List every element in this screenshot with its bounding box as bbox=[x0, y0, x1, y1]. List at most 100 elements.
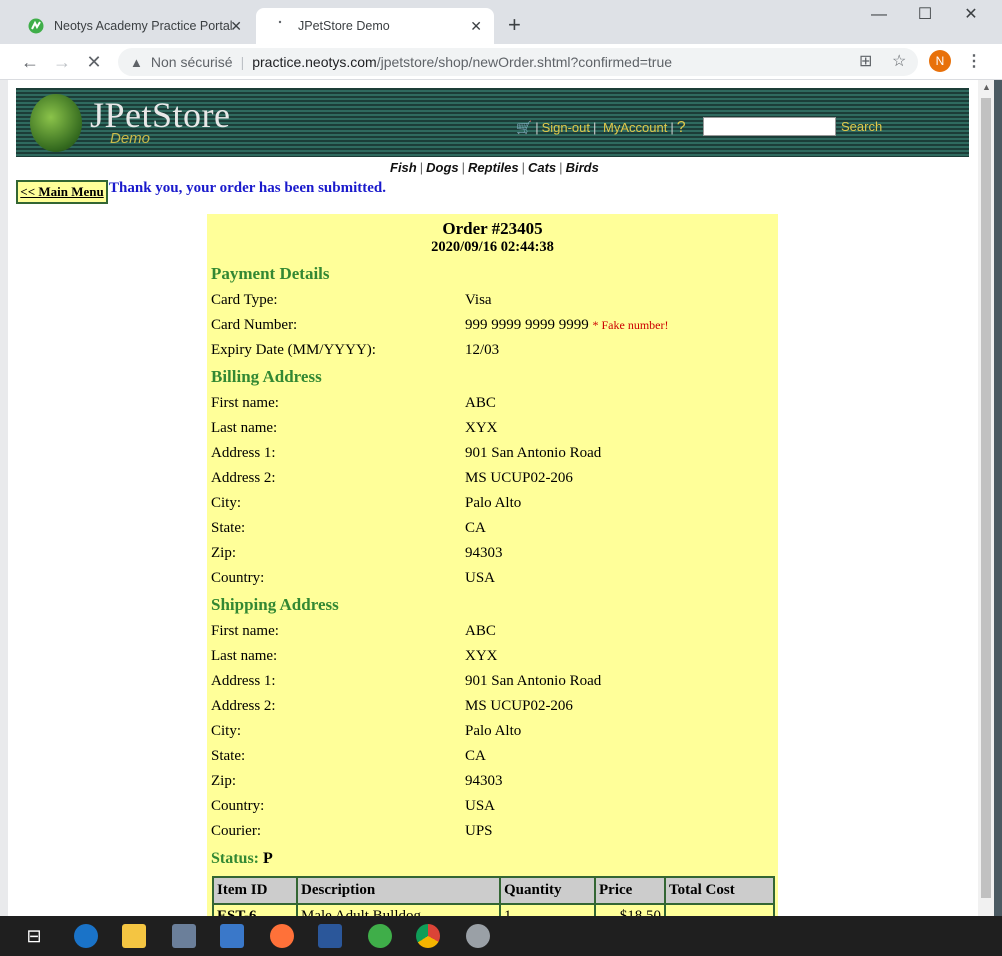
shipping-label: Last name: bbox=[211, 648, 278, 664]
category-cats[interactable]: Cats bbox=[528, 160, 556, 175]
order-items-table: Item ID Description Quantity Price Total… bbox=[212, 876, 775, 916]
billing-value: XYX bbox=[465, 420, 498, 436]
background-edge bbox=[994, 80, 1002, 916]
chrome-icon[interactable] bbox=[416, 924, 440, 948]
windows-taskbar: ⊟ bbox=[0, 916, 1002, 956]
file-explorer-icon[interactable] bbox=[122, 924, 146, 948]
shipping-label: State: bbox=[211, 748, 246, 764]
shipping-label: Address 2: bbox=[211, 698, 276, 714]
billing-label: Country: bbox=[211, 570, 265, 586]
vertical-scrollbar[interactable]: ▲ bbox=[978, 80, 994, 916]
stop-loading-icon[interactable]: ✕ bbox=[82, 50, 106, 74]
billing-label: Last name: bbox=[211, 420, 278, 436]
billing-label: State: bbox=[211, 520, 246, 536]
billing-label: City: bbox=[211, 495, 242, 511]
order-status: Status: P bbox=[211, 850, 273, 868]
search-input[interactable] bbox=[703, 117, 836, 136]
billing-label: Zip: bbox=[211, 545, 236, 561]
shipping-value: USA bbox=[465, 798, 496, 814]
tab-close-icon[interactable]: ✕ bbox=[230, 18, 242, 35]
category-nav: Fish | Dogs | Reptiles | Cats | Birds bbox=[390, 160, 599, 175]
header-links: 🛒 | Sign-out | MyAccount |? bbox=[516, 119, 686, 136]
close-window-icon[interactable]: ✕ bbox=[948, 4, 994, 26]
col-quantity: Quantity bbox=[499, 876, 596, 905]
card-number-text: 999 9999 9999 9999 bbox=[465, 317, 589, 333]
order-confirmation-message: Thank you, your order has been submitted… bbox=[109, 180, 387, 196]
billing-label: Address 2: bbox=[211, 470, 276, 486]
url-text: practice.neotys.com/jpetstore/shop/newOr… bbox=[252, 54, 672, 70]
signout-link[interactable]: Sign-out bbox=[542, 120, 590, 135]
status-label: Status: bbox=[211, 850, 260, 867]
edge-icon[interactable] bbox=[74, 924, 98, 948]
forward-arrow-icon[interactable]: → bbox=[50, 50, 74, 74]
search-button[interactable]: Search bbox=[841, 119, 882, 134]
help-icon[interactable]: ? bbox=[677, 119, 686, 136]
back-arrow-icon[interactable]: ← bbox=[18, 50, 42, 74]
scrollbar-thumb[interactable] bbox=[981, 98, 991, 898]
neoload-icon[interactable] bbox=[368, 924, 392, 948]
description-cell: Male Adult Bulldog bbox=[296, 903, 501, 916]
shipping-value: Palo Alto bbox=[465, 723, 522, 739]
url-path: /jpetstore/shop/newOrder.shtml?confirmed… bbox=[376, 54, 673, 70]
bi-app-icon[interactable] bbox=[220, 924, 244, 948]
col-item-id: Item ID bbox=[212, 876, 298, 905]
category-birds[interactable]: Birds bbox=[566, 160, 599, 175]
fake-number-note: * Fake number! bbox=[592, 318, 669, 332]
task-view-icon[interactable]: ⊟ bbox=[22, 924, 46, 948]
col-description: Description bbox=[296, 876, 501, 905]
browser-toolbar: ← → ✕ ▲ Non sécurisé | practice.neotys.c… bbox=[0, 44, 1002, 80]
background-edge bbox=[0, 80, 8, 916]
parrot-logo-icon[interactable] bbox=[30, 94, 82, 152]
neotys-favicon-icon bbox=[28, 18, 44, 34]
shipping-value: 901 San Antonio Road bbox=[465, 673, 602, 689]
category-fish[interactable]: Fish bbox=[390, 160, 417, 175]
photos-icon[interactable] bbox=[172, 924, 196, 948]
page-viewport: JPetStore Demo 🛒 | Sign-out | MyAccount |? S… bbox=[8, 80, 978, 916]
tab-close-icon[interactable]: ✕ bbox=[470, 18, 482, 35]
quantity-cell: 1 bbox=[499, 903, 596, 916]
tab-neotys-academy[interactable]: Neotys Academy Practice Portal ✕ bbox=[14, 8, 254, 44]
myaccount-link[interactable]: MyAccount bbox=[603, 120, 667, 135]
expiry-label: Expiry Date (MM/YYYY): bbox=[211, 342, 376, 358]
translate-icon[interactable]: ⊞ bbox=[859, 52, 872, 72]
payment-details-heading: Payment Details bbox=[211, 264, 330, 283]
shipping-label: Address 1: bbox=[211, 673, 276, 689]
url-host: practice.neotys.com bbox=[252, 54, 377, 70]
category-dogs[interactable]: Dogs bbox=[426, 160, 459, 175]
address-bar[interactable]: ▲ Non sécurisé | practice.neotys.com/jpe… bbox=[118, 48, 918, 76]
shipping-label: Zip: bbox=[211, 773, 236, 789]
firefox-icon[interactable] bbox=[270, 924, 294, 948]
tab-strip: Neotys Academy Practice Portal ✕ JPetSto… bbox=[0, 0, 1002, 44]
maximize-icon[interactable]: ☐ bbox=[902, 4, 948, 26]
table-header-row: Item ID Description Quantity Price Total… bbox=[212, 876, 775, 905]
category-reptiles[interactable]: Reptiles bbox=[468, 160, 519, 175]
new-tab-icon[interactable]: + bbox=[508, 12, 521, 38]
loading-favicon-icon bbox=[272, 18, 288, 34]
card-number-value: 999 9999 9999 9999 * Fake number! bbox=[465, 317, 668, 334]
order-number: Order #23405 bbox=[442, 219, 543, 238]
billing-value: 901 San Antonio Road bbox=[465, 445, 602, 461]
store-header: JPetStore Demo 🛒 | Sign-out | MyAccount |? S… bbox=[16, 88, 969, 157]
billing-address-heading: Billing Address bbox=[211, 367, 322, 386]
col-total-cost: Total Cost bbox=[664, 876, 775, 905]
word-icon[interactable] bbox=[318, 924, 342, 948]
main-menu-button[interactable]: << Main Menu bbox=[16, 180, 108, 204]
shipping-value: MS UCUP02-206 bbox=[465, 698, 573, 714]
separator: | bbox=[240, 54, 245, 70]
tab-jpetstore-demo[interactable]: JPetStore Demo ✕ bbox=[256, 8, 494, 44]
scroll-up-icon[interactable]: ▲ bbox=[982, 82, 991, 92]
courier-value: UPS bbox=[465, 823, 493, 839]
billing-value: MS UCUP02-206 bbox=[465, 470, 573, 486]
item-id-cell[interactable]: EST-6 bbox=[212, 903, 298, 916]
billing-value: CA bbox=[465, 520, 486, 536]
logo-subtitle: Demo bbox=[110, 130, 151, 147]
billing-value: 94303 bbox=[465, 545, 503, 561]
menu-kebab-icon[interactable]: ⋮ bbox=[966, 52, 982, 72]
minimize-icon[interactable]: — bbox=[856, 4, 902, 26]
tab-title: Neotys Academy Practice Portal bbox=[54, 19, 233, 33]
bookmark-star-icon[interactable]: ☆ bbox=[892, 52, 906, 72]
profile-avatar[interactable]: N bbox=[929, 50, 951, 72]
grey-app-icon[interactable] bbox=[466, 924, 490, 948]
cart-icon[interactable]: 🛒 bbox=[516, 120, 532, 135]
status-value: P bbox=[263, 850, 273, 867]
